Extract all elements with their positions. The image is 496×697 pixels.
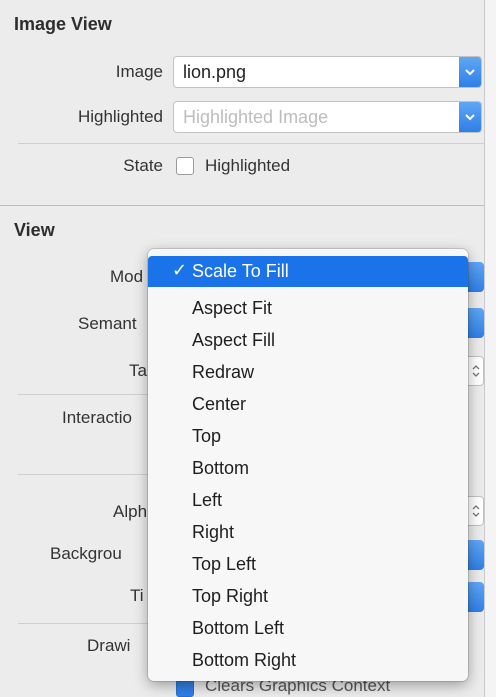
divider [18,143,484,144]
menu-item-right[interactable]: Right [148,517,468,548]
menu-item-top[interactable]: Top [148,421,468,452]
divider [18,623,148,624]
divider [18,474,148,475]
menu-item-bottom[interactable]: Bottom [148,453,468,484]
checkmark-icon: ✓ [172,260,188,280]
view-section-title: View [14,220,55,240]
alpha-label: Alph [113,502,148,521]
content-mode-menu[interactable]: ✓ Scale To Fill Aspect Fit Aspect Fill R… [148,249,468,681]
menu-item-label: Bottom Right [192,650,297,670]
highlighted-image-combo-box[interactable]: Highlighted Image [173,101,482,133]
menu-item-label: Aspect Fit [192,298,273,318]
background-label: Backgrou [50,544,122,563]
menu-item-label: Left [192,490,223,510]
menu-item-top-right[interactable]: Top Right [148,581,468,612]
background-popup-arrow[interactable] [468,540,484,570]
menu-item-label: Bottom [192,458,250,478]
menu-item-redraw[interactable]: Redraw [148,357,468,388]
scrollbar-track[interactable] [485,0,496,697]
menu-item-label: Scale To Fill [192,261,289,281]
tag-stepper[interactable] [468,356,484,386]
content-mode-popup-arrow[interactable] [468,262,484,292]
menu-item-label: Top Right [192,586,269,606]
stepper-arrows-icon [472,365,479,377]
image-combo-box[interactable]: lion.png [173,56,482,88]
menu-item-scale-to-fill[interactable]: ✓ Scale To Fill [148,256,468,287]
highlighted-image-dropdown-button[interactable] [459,102,481,132]
chevron-down-icon [465,69,475,76]
menu-item-label: Bottom Left [192,618,285,638]
menu-item-bottom-right[interactable]: Bottom Right [148,645,468,676]
menu-item-label: Right [192,522,235,542]
image-view-section-title: Image View [14,14,112,34]
menu-item-aspect-fill[interactable]: Aspect Fill [148,325,468,356]
content-mode-label: Mod [110,267,144,286]
menu-item-bottom-left[interactable]: Bottom Left [148,613,468,644]
chevron-down-icon [465,114,475,121]
highlighted-checkbox-label[interactable]: Highlighted [205,156,290,176]
state-label: State [123,156,163,175]
semantic-popup-arrow[interactable] [468,308,484,338]
divider [18,394,148,395]
image-label: Image [115,62,163,81]
image-dropdown-button[interactable] [459,57,481,87]
interaction-label: Interactio [62,408,132,427]
stepper-arrows-icon [472,505,479,517]
menu-item-label: Center [192,394,247,414]
tag-label: Ta [129,361,147,380]
semantic-label: Semant [78,314,137,333]
menu-item-label: Top Left [192,554,257,574]
highlighted-checkbox[interactable] [176,157,194,175]
clears-graphics-context-checkbox[interactable] [176,679,194,697]
highlighted-image-label: Highlighted [77,107,163,126]
menu-item-top-left[interactable]: Top Left [148,549,468,580]
alpha-stepper[interactable] [468,496,484,526]
tint-label: Ti [130,586,144,605]
highlighted-image-placeholder[interactable]: Highlighted Image [183,107,328,128]
menu-item-label: Aspect Fill [192,330,276,350]
tint-popup-arrow[interactable] [468,582,484,612]
image-value[interactable]: lion.png [183,62,246,83]
menu-item-aspect-fit[interactable]: Aspect Fit [148,293,468,324]
menu-item-label: Redraw [192,362,255,382]
menu-item-center[interactable]: Center [148,389,468,420]
menu-item-label: Top [192,426,222,446]
menu-item-left[interactable]: Left [148,485,468,516]
drawing-label: Drawi [87,636,131,655]
section-separator [0,205,484,206]
